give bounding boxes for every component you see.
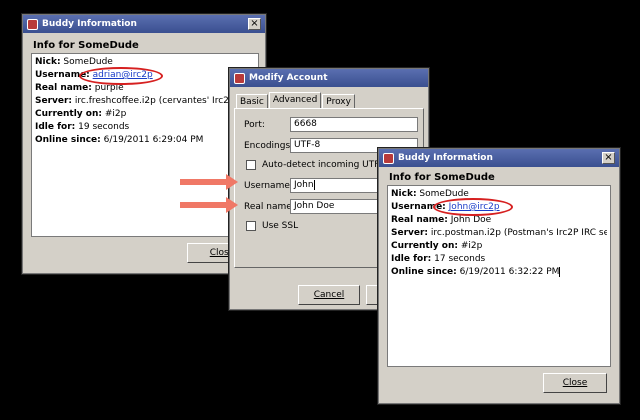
buddy-info-left-titlebar[interactable]: Buddy Information × bbox=[23, 15, 265, 33]
info-row-server: Server: irc.postman.i2p (Postman's Irc2P… bbox=[391, 228, 607, 238]
info-row-idle-for: Idle for: 19 seconds bbox=[35, 122, 130, 132]
arrow-to-realname-icon bbox=[180, 197, 238, 213]
use-ssl-label: Use SSL bbox=[262, 221, 299, 231]
modify-account-titlebar[interactable]: Modify Account bbox=[230, 69, 428, 87]
buddy-info-right-titlebar[interactable]: Buddy Information × bbox=[379, 149, 619, 167]
info-row-realname: Real name: purple bbox=[35, 83, 124, 93]
username-highlight-ellipse bbox=[433, 198, 513, 216]
pidgin-app-icon bbox=[383, 152, 394, 164]
realname-label: Real name: bbox=[244, 202, 295, 212]
info-row-server: Server: irc.freshcoffee.i2p (cervantes' … bbox=[35, 96, 255, 106]
port-label: Port: bbox=[244, 120, 265, 130]
info-row-online-since: Online since: 6/19/2011 6:29:04 PM bbox=[35, 135, 204, 145]
account-tabs: Basic Advanced Proxy bbox=[236, 92, 356, 109]
arrow-to-username-icon bbox=[180, 174, 238, 190]
window-title: Buddy Information bbox=[42, 19, 137, 29]
tab-proxy[interactable]: Proxy bbox=[322, 94, 355, 109]
autodetect-utf8-checkbox[interactable] bbox=[246, 160, 256, 170]
port-field[interactable]: 6668 bbox=[290, 117, 418, 132]
info-heading: Info for SomeDude bbox=[389, 172, 495, 183]
tab-basic[interactable]: Basic bbox=[236, 94, 268, 109]
username-highlight-ellipse bbox=[79, 67, 163, 85]
use-ssl-checkbox[interactable] bbox=[246, 221, 256, 231]
info-row-nick: Nick: SomeDude bbox=[35, 57, 113, 67]
cancel-button[interactable]: Cancel bbox=[298, 285, 360, 305]
window-title: Buddy Information bbox=[398, 153, 493, 163]
buddy-info-window-right: Buddy Information × Info for SomeDude Ni… bbox=[378, 148, 620, 404]
pidgin-app-icon bbox=[234, 72, 245, 84]
close-button[interactable]: Close bbox=[543, 373, 607, 393]
info-row-realname: Real name: John Doe bbox=[391, 215, 492, 225]
username-label: Username: bbox=[244, 181, 293, 191]
info-row-online-since: Online since: 6/19/2011 6:32:22 PM bbox=[391, 266, 561, 277]
info-row-nick: Nick: SomeDude bbox=[391, 189, 469, 199]
encodings-label: Encodings: bbox=[244, 141, 294, 151]
autodetect-utf8-label: Auto-detect incoming UTF-8 bbox=[262, 160, 389, 170]
info-row-idle-for: Idle for: 17 seconds bbox=[391, 254, 486, 264]
info-row-currently-on: Currently on: #i2p bbox=[35, 109, 127, 119]
tab-advanced[interactable]: Advanced bbox=[268, 92, 322, 109]
info-heading: Info for SomeDude bbox=[33, 40, 139, 51]
pidgin-app-icon bbox=[27, 18, 38, 30]
close-icon[interactable]: × bbox=[248, 18, 261, 30]
close-icon[interactable]: × bbox=[602, 152, 615, 164]
window-title: Modify Account bbox=[249, 73, 328, 83]
info-row-currently-on: Currently on: #i2p bbox=[391, 241, 483, 251]
